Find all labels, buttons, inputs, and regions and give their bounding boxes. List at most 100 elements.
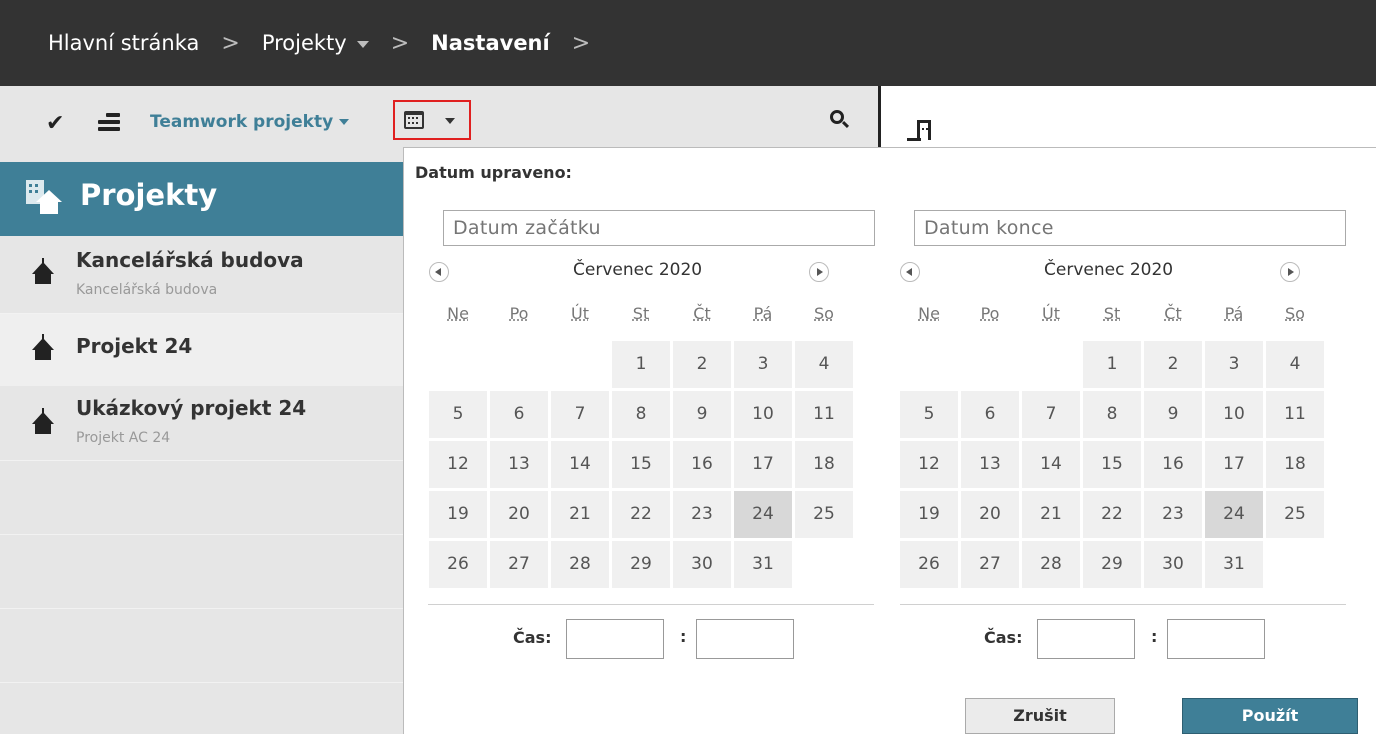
breadcrumb-projects[interactable]: Projekty bbox=[262, 31, 369, 55]
calendar-day[interactable]: 14 bbox=[551, 441, 609, 488]
calendar-day[interactable]: 31 bbox=[734, 541, 792, 588]
start-date-input[interactable] bbox=[443, 210, 875, 246]
weekday-header: St bbox=[1083, 304, 1141, 323]
calendar-day[interactable]: 30 bbox=[673, 541, 731, 588]
weekday-header: Po bbox=[961, 304, 1019, 323]
list-icon[interactable] bbox=[98, 113, 120, 133]
calendar-day[interactable]: 1 bbox=[1083, 341, 1141, 388]
weekday-header: Út bbox=[551, 304, 609, 323]
chevron-down-icon bbox=[339, 119, 349, 125]
calendar-day[interactable]: 8 bbox=[612, 391, 670, 438]
end-minute-input[interactable] bbox=[1167, 619, 1265, 659]
end-date-input[interactable] bbox=[914, 210, 1346, 246]
chevron-down-icon[interactable] bbox=[357, 41, 369, 48]
calendar-day[interactable]: 20 bbox=[490, 491, 548, 538]
date-filter-button[interactable] bbox=[393, 100, 471, 140]
calendar-day[interactable]: 24 bbox=[1205, 491, 1263, 538]
end-hour-input[interactable] bbox=[1037, 619, 1135, 659]
window-icon bbox=[907, 120, 931, 142]
chevron-down-icon bbox=[445, 118, 455, 124]
calendar-day[interactable]: 23 bbox=[1144, 491, 1202, 538]
calendar-day[interactable]: 12 bbox=[429, 441, 487, 488]
calendar-day[interactable]: 19 bbox=[429, 491, 487, 538]
calendar-day[interactable]: 15 bbox=[612, 441, 670, 488]
calendar-day[interactable]: 20 bbox=[961, 491, 1019, 538]
filter-dropdown[interactable]: Teamwork projekty bbox=[150, 112, 349, 132]
calendar-day[interactable]: 19 bbox=[900, 491, 958, 538]
calendar-day[interactable]: 25 bbox=[1266, 491, 1324, 538]
calendar-day[interactable]: 29 bbox=[612, 541, 670, 588]
list-item[interactable]: Ukázkový projekt 24 Projekt AC 24 bbox=[0, 386, 403, 460]
calendar-day[interactable]: 16 bbox=[673, 441, 731, 488]
calendar-day[interactable]: 9 bbox=[673, 391, 731, 438]
divider bbox=[0, 460, 403, 461]
projects-header: Projekty bbox=[0, 162, 403, 236]
calendar-day[interactable]: 29 bbox=[1083, 541, 1141, 588]
calendar-day[interactable]: 5 bbox=[900, 391, 958, 438]
calendar-day[interactable]: 23 bbox=[673, 491, 731, 538]
calendar-day[interactable]: 26 bbox=[900, 541, 958, 588]
calendar-day[interactable]: 13 bbox=[961, 441, 1019, 488]
calendar-day[interactable]: 10 bbox=[734, 391, 792, 438]
breadcrumb-home[interactable]: Hlavní stránka bbox=[48, 31, 199, 55]
list-item[interactable]: Projekt 24 bbox=[0, 314, 403, 386]
breadcrumb-projects-label: Projekty bbox=[262, 31, 347, 55]
calendar-day[interactable]: 26 bbox=[429, 541, 487, 588]
list-item[interactable]: Kancelářská budova Kancelářská budova bbox=[0, 236, 403, 313]
calendar-day[interactable]: 18 bbox=[795, 441, 853, 488]
calendar-day[interactable]: 13 bbox=[490, 441, 548, 488]
calendar-day[interactable]: 3 bbox=[1205, 341, 1263, 388]
calendar-day[interactable]: 2 bbox=[1144, 341, 1202, 388]
calendar-day[interactable]: 28 bbox=[551, 541, 609, 588]
calendar-day[interactable]: 14 bbox=[1022, 441, 1080, 488]
calendar-day[interactable]: 6 bbox=[490, 391, 548, 438]
calendar-day[interactable]: 25 bbox=[795, 491, 853, 538]
apply-button[interactable]: Použít bbox=[1182, 698, 1358, 734]
calendar-day[interactable]: 18 bbox=[1266, 441, 1324, 488]
prev-month-icon[interactable] bbox=[900, 262, 920, 282]
next-month-icon[interactable] bbox=[809, 262, 829, 282]
weekday-header: Čt bbox=[1144, 304, 1202, 323]
calendar-day[interactable]: 10 bbox=[1205, 391, 1263, 438]
calendar-day[interactable]: 15 bbox=[1083, 441, 1141, 488]
calendar-day[interactable]: 5 bbox=[429, 391, 487, 438]
calendar-day[interactable]: 21 bbox=[551, 491, 609, 538]
calendar-day[interactable]: 27 bbox=[961, 541, 1019, 588]
calendar-day[interactable]: 12 bbox=[900, 441, 958, 488]
calendar-day[interactable]: 28 bbox=[1022, 541, 1080, 588]
weekday-header: Ne bbox=[429, 304, 487, 323]
calendar-day[interactable]: 1 bbox=[612, 341, 670, 388]
calendar-day[interactable]: 22 bbox=[1083, 491, 1141, 538]
calendar-day[interactable]: 4 bbox=[1266, 341, 1324, 388]
calendar-day[interactable]: 27 bbox=[490, 541, 548, 588]
calendar-day[interactable]: 6 bbox=[961, 391, 1019, 438]
calendar-day[interactable]: 4 bbox=[795, 341, 853, 388]
weekday-header: Po bbox=[490, 304, 548, 323]
calendar-day[interactable]: 17 bbox=[1205, 441, 1263, 488]
start-hour-input[interactable] bbox=[566, 619, 664, 659]
calendar-day[interactable]: 11 bbox=[795, 391, 853, 438]
calendar-day[interactable]: 17 bbox=[734, 441, 792, 488]
calendar-day[interactable]: 8 bbox=[1083, 391, 1141, 438]
calendar-day[interactable]: 7 bbox=[551, 391, 609, 438]
cancel-button[interactable]: Zrušit bbox=[965, 698, 1115, 734]
prev-month-icon[interactable] bbox=[429, 262, 449, 282]
calendar-day[interactable]: 9 bbox=[1144, 391, 1202, 438]
calendar-day[interactable]: 30 bbox=[1144, 541, 1202, 588]
weekday-header: Čt bbox=[673, 304, 731, 323]
check-icon[interactable]: ✔ bbox=[46, 111, 64, 136]
month-title: Červenec 2020 bbox=[573, 260, 702, 280]
calendar-day[interactable]: 11 bbox=[1266, 391, 1324, 438]
time-separator: : bbox=[1151, 627, 1157, 646]
calendar-day[interactable]: 21 bbox=[1022, 491, 1080, 538]
next-month-icon[interactable] bbox=[1280, 262, 1300, 282]
start-minute-input[interactable] bbox=[696, 619, 794, 659]
calendar-day[interactable]: 3 bbox=[734, 341, 792, 388]
calendar-day[interactable]: 22 bbox=[612, 491, 670, 538]
calendar-day[interactable]: 24 bbox=[734, 491, 792, 538]
calendar-day[interactable]: 31 bbox=[1205, 541, 1263, 588]
calendar-day[interactable]: 2 bbox=[673, 341, 731, 388]
calendar-day[interactable]: 16 bbox=[1144, 441, 1202, 488]
search-icon[interactable] bbox=[830, 110, 850, 132]
calendar-day[interactable]: 7 bbox=[1022, 391, 1080, 438]
